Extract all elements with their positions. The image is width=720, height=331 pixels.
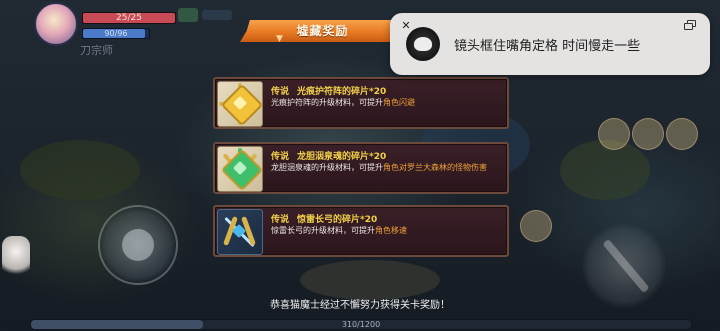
status-icon[interactable]: [202, 10, 232, 20]
green-dragon-soul-shard-icon: [217, 146, 263, 192]
expand-window-icon[interactable]: [684, 20, 696, 30]
banner-chevron-icon: ▼: [276, 34, 283, 44]
music-notification[interactable]: ✕ 镜头框住嘴角定格 时间慢走一些: [390, 13, 710, 75]
music-app-icon: [406, 27, 440, 61]
movement-joystick[interactable]: [98, 205, 178, 285]
golden-amulet-shard-icon: [217, 81, 263, 127]
experience-bar: 310/1200: [30, 319, 692, 330]
reward-item-card[interactable]: 传说 光痕护符阵的碎片*20 光痕护符阵的升级材料，可提升角色闪避: [213, 77, 509, 129]
description-highlight: 角色移速: [375, 226, 407, 235]
item-name: 龙胆洇泉魂的碎片*20: [297, 152, 387, 162]
reward-title: 墟藏奖励: [296, 24, 349, 38]
item-description: 光痕护符阵的升级材料，可提升角色闪避: [271, 97, 501, 108]
buff-icon[interactable]: [178, 8, 198, 22]
notification-message: 镜头框住嘴角定格 时间慢走一些: [454, 39, 641, 54]
reward-item-card[interactable]: 传说 龙胆洇泉魂的碎片*20 龙胆洇泉魂的升级材料，可提升角色对罗兰大森林的怪物伤…: [213, 142, 509, 194]
description-text: 龙胆洇泉魂的升级材料，可提升: [271, 163, 383, 172]
reward-item-title: 传说 光痕护符阵的碎片*20: [271, 84, 386, 97]
skill-button[interactable]: [520, 210, 552, 242]
rarity-label: 传说: [271, 215, 290, 225]
hp-bar: 25/25: [82, 12, 176, 24]
companion-portrait[interactable]: [2, 236, 30, 280]
reward-item-title: 传说 龙胆洇泉魂的碎片*20: [271, 149, 386, 162]
skill-button[interactable]: [598, 118, 630, 150]
item-description: 龙胆洇泉魂的升级材料，可提升角色对罗兰大森林的怪物伤害: [271, 162, 501, 173]
mp-bar: 90/96: [82, 28, 150, 39]
skill-button[interactable]: [632, 118, 664, 150]
description-highlight: 角色对罗兰大森林的怪物伤害: [383, 163, 487, 172]
item-name: 光痕护符阵的碎片*20: [297, 87, 387, 97]
music-app-glyph: [414, 37, 432, 51]
skill-button[interactable]: [666, 118, 698, 150]
mp-text: 90/96: [104, 29, 128, 38]
reward-item-title: 传说 惊雷长弓的碎片*20: [271, 212, 377, 225]
rarity-label: 传说: [271, 87, 290, 97]
sword-icon: [602, 238, 650, 294]
description-highlight: 角色闪避: [383, 98, 415, 107]
item-description: 惊雷长弓的升级材料，可提升角色移速: [271, 225, 501, 236]
reward-announcement: 恭喜猫魔士经过不懈努力获得关卡奖励！: [270, 300, 450, 311]
description-text: 光痕护符阵的升级材料，可提升: [271, 98, 383, 107]
joystick-knob[interactable]: [122, 229, 154, 261]
player-avatar[interactable]: [34, 2, 78, 46]
experience-text: 310/1200: [341, 320, 381, 329]
expand-frame-front: [684, 23, 693, 30]
reward-banner: 墟藏奖励: [240, 20, 405, 42]
item-name: 惊雷长弓的碎片*20: [297, 215, 378, 225]
rarity-label: 传说: [271, 152, 290, 162]
reward-item-card[interactable]: 传说 惊雷长弓的碎片*20 惊雷长弓的升级材料，可提升角色移速: [213, 205, 509, 257]
description-text: 惊雷长弓的升级材料，可提升: [271, 226, 375, 235]
player-name: 刀宗师: [80, 44, 113, 57]
hp-text: 25/25: [116, 13, 142, 23]
thunder-longbow-shard-icon: [217, 209, 263, 255]
